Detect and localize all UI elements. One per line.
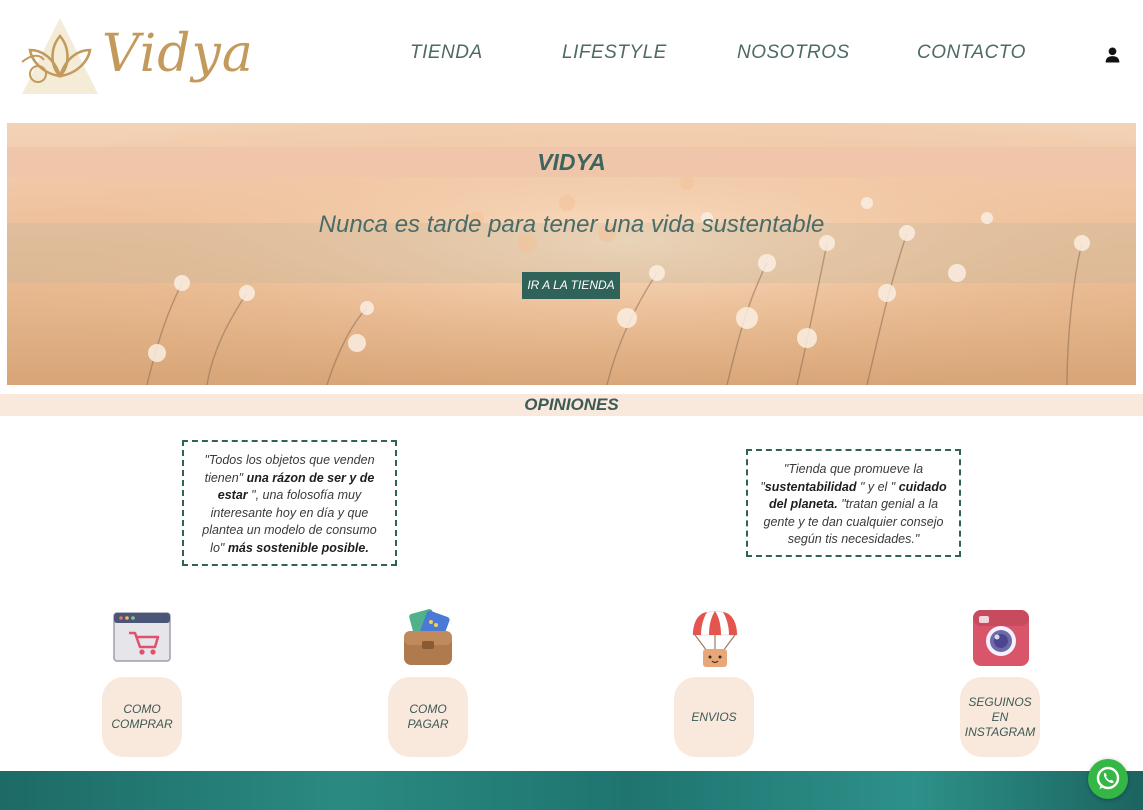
go-to-store-button[interactable]: IR A LA TIENDA [522,272,620,299]
parachute-box-icon [692,610,738,667]
how-to-pay-button[interactable]: COMO PAGAR [388,677,468,757]
quote-highlight: sustentabilidad [764,479,857,494]
quote-highlight: más sostenible posible. [227,540,369,555]
shopping-cart-browser-icon [113,612,171,662]
opinions-title: OPINIONES [524,395,619,414]
footer-strip [0,771,1143,810]
quote-text: " y el " [856,479,899,494]
shipping-button[interactable]: ENVIOS [674,677,754,757]
nav-item-nosotros[interactable]: NOSOTROS [737,42,850,64]
site-header: Vidya TIENDA LIFESTYLE NOSOTROS CONTACTO [0,0,1143,118]
nav-item-lifestyle[interactable]: LIFESTYLE [562,42,667,64]
hero-tagline: Nunca es tarde para tener una vida suste… [318,211,825,238]
follow-instagram-button[interactable]: SEGUINOS EN INSTAGRAM [960,677,1040,757]
opinion-card: "Todos los objetos que venden tienen" un… [182,440,397,566]
how-to-buy-button[interactable]: COMO COMPRAR [102,677,182,757]
main-nav: TIENDA LIFESTYLE NOSOTROS CONTACTO [0,42,1143,72]
nav-item-tienda[interactable]: TIENDA [410,42,483,64]
user-icon[interactable] [1104,46,1121,63]
hero-title: VIDYA [537,149,606,175]
wallet-icon [404,609,452,665]
whatsapp-button[interactable] [1088,759,1128,799]
opinion-card: "Tienda que promueve la "sustentabilidad… [746,449,961,557]
whatsapp-icon [1096,766,1120,790]
instagram-icon [973,610,1029,666]
hero-banner: VIDYA Nunca es tarde para tener una vida… [7,123,1136,385]
nav-item-contacto[interactable]: CONTACTO [917,42,1026,64]
